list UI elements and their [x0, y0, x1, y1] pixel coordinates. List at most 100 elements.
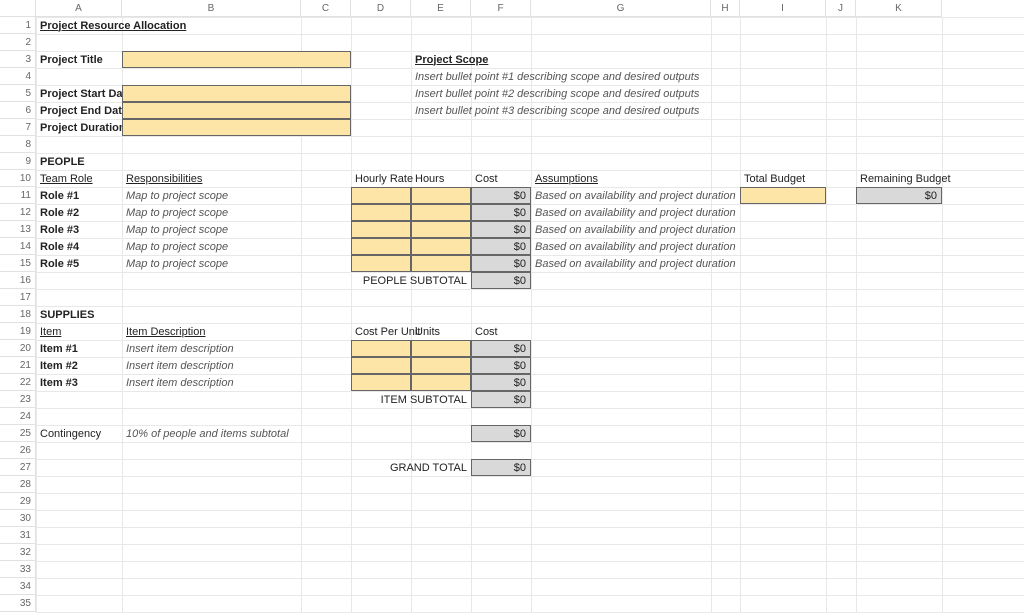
row-header[interactable]: 13	[0, 221, 36, 238]
row-header[interactable]: 29	[0, 493, 36, 510]
label-project-scope: Project Scope	[411, 51, 531, 68]
row-header[interactable]: 20	[0, 340, 36, 357]
input-units[interactable]	[411, 340, 471, 357]
input-hourly-rate[interactable]	[351, 255, 411, 272]
people-cost: $0	[471, 238, 531, 255]
row-header[interactable]: 8	[0, 136, 36, 153]
row-header[interactable]: 19	[0, 323, 36, 340]
col-hourly-rate: Hourly Rate	[351, 170, 411, 187]
col-units: Units	[411, 323, 471, 340]
input-hours[interactable]	[411, 221, 471, 238]
row-header[interactable]: 24	[0, 408, 36, 425]
col-header[interactable]: C	[301, 0, 351, 17]
col-header[interactable]: D	[351, 0, 411, 17]
row-header[interactable]: 22	[0, 374, 36, 391]
row-header[interactable]: 28	[0, 476, 36, 493]
col-header[interactable]: G	[531, 0, 711, 17]
input-project-title[interactable]	[122, 51, 351, 68]
input-project-end[interactable]	[122, 102, 351, 119]
col-item-desc: Item Description	[122, 323, 301, 340]
col-responsibilities: Responsibilities	[122, 170, 301, 187]
row-header[interactable]: 30	[0, 510, 36, 527]
row-header[interactable]: 17	[0, 289, 36, 306]
row-header[interactable]: 33	[0, 561, 36, 578]
supply-cost: $0	[471, 357, 531, 374]
contingency-desc: 10% of people and items subtotal	[122, 425, 351, 442]
row-header[interactable]: 21	[0, 357, 36, 374]
people-assumption: Based on availability and project durati…	[531, 238, 791, 255]
col-header[interactable]: I	[740, 0, 826, 17]
input-project-start[interactable]	[122, 85, 351, 102]
item-subtotal: $0	[471, 391, 531, 408]
row-header[interactable]: 18	[0, 306, 36, 323]
label-project-start: Project Start Date	[36, 85, 122, 102]
row-header[interactable]: 5	[0, 85, 36, 102]
row-header[interactable]: 4	[0, 68, 36, 85]
input-hourly-rate[interactable]	[351, 204, 411, 221]
row-header[interactable]: 27	[0, 459, 36, 476]
input-units[interactable]	[411, 374, 471, 391]
row-header[interactable]: 35	[0, 595, 36, 612]
input-hours[interactable]	[411, 187, 471, 204]
supply-desc: Insert item description	[122, 340, 301, 357]
input-units[interactable]	[411, 357, 471, 374]
row-header[interactable]: 16	[0, 272, 36, 289]
row-header[interactable]: 23	[0, 391, 36, 408]
input-hours[interactable]	[411, 255, 471, 272]
input-hourly-rate[interactable]	[351, 238, 411, 255]
row-header[interactable]: 3	[0, 51, 36, 68]
input-project-duration[interactable]	[122, 119, 351, 136]
input-cost-per-unit[interactable]	[351, 357, 411, 374]
page-title: Project Resource Allocation	[36, 17, 301, 34]
row-header[interactable]: 26	[0, 442, 36, 459]
input-total-budget[interactable]	[740, 187, 826, 204]
row-header[interactable]: 34	[0, 578, 36, 595]
label-total-budget: Total Budget	[740, 170, 826, 187]
col-header[interactable]: A	[36, 0, 122, 17]
supply-desc: Insert item description	[122, 357, 301, 374]
col-header[interactable]: H	[711, 0, 740, 17]
row-header[interactable]: 15	[0, 255, 36, 272]
cell-area[interactable]: Project Resource AllocationProject Title…	[36, 17, 1024, 613]
input-hours[interactable]	[411, 238, 471, 255]
row-header[interactable]: 25	[0, 425, 36, 442]
people-role: Role #4	[36, 238, 122, 255]
row-header[interactable]: 14	[0, 238, 36, 255]
col-cost: Cost	[471, 170, 531, 187]
people-role: Role #2	[36, 204, 122, 221]
row-header[interactable]: 11	[0, 187, 36, 204]
row-header[interactable]: 6	[0, 102, 36, 119]
people-subtotal: $0	[471, 272, 531, 289]
row-header[interactable]: 31	[0, 527, 36, 544]
label-people-subtotal: PEOPLE SUBTOTAL	[351, 272, 471, 289]
input-cost-per-unit[interactable]	[351, 374, 411, 391]
row-header[interactable]: 32	[0, 544, 36, 561]
row-header[interactable]: 2	[0, 34, 36, 51]
col-header[interactable]: J	[826, 0, 856, 17]
row-header[interactable]: 10	[0, 170, 36, 187]
supply-cost: $0	[471, 374, 531, 391]
input-hours[interactable]	[411, 204, 471, 221]
scope-line: Insert bullet point #1 describing scope …	[411, 68, 811, 85]
row-header[interactable]: 7	[0, 119, 36, 136]
label-grand-total: GRAND TOTAL	[351, 459, 471, 476]
row-header[interactable]: 9	[0, 153, 36, 170]
label-contingency: Contingency	[36, 425, 122, 442]
row-header[interactable]: 1	[0, 17, 36, 34]
input-cost-per-unit[interactable]	[351, 340, 411, 357]
row-header[interactable]: 12	[0, 204, 36, 221]
spreadsheet[interactable]: ABCDEFGHIJK12345678910111213141516171819…	[0, 0, 1024, 613]
col-hours: Hours	[411, 170, 471, 187]
supply-item: Item #1	[36, 340, 122, 357]
col-header[interactable]: F	[471, 0, 531, 17]
supply-item: Item #2	[36, 357, 122, 374]
input-hourly-rate[interactable]	[351, 187, 411, 204]
grand-total-value: $0	[471, 459, 531, 476]
people-cost: $0	[471, 221, 531, 238]
people-resp: Map to project scope	[122, 238, 301, 255]
col-header[interactable]: E	[411, 0, 471, 17]
col-header[interactable]: B	[122, 0, 301, 17]
input-hourly-rate[interactable]	[351, 221, 411, 238]
col-header[interactable]: K	[856, 0, 942, 17]
heading-people: PEOPLE	[36, 153, 122, 170]
